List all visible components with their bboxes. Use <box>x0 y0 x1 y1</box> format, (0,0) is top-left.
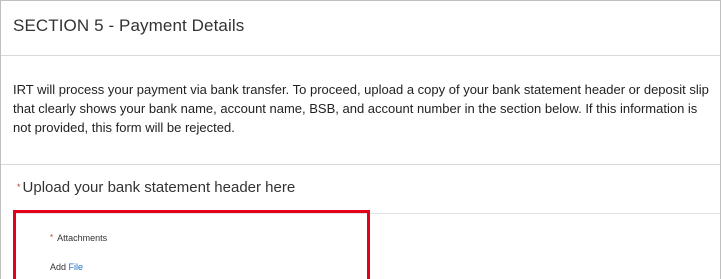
upload-label-text: Upload your bank statement header here <box>22 179 296 196</box>
section-header: SECTION 5 - Payment Details <box>1 1 720 56</box>
attachments-label: * Attachments <box>50 233 107 243</box>
add-text: Add <box>50 262 67 272</box>
attachments-label-text: Attachments <box>57 233 108 243</box>
required-indicator: * <box>50 233 54 242</box>
upload-field-label: * Upload your bank statement header here <box>17 179 295 196</box>
section-title: SECTION 5 - Payment Details <box>13 16 245 35</box>
payment-details-panel: SECTION 5 - Payment Details IRT will pro… <box>0 0 721 279</box>
add-file-link[interactable]: File <box>69 262 84 272</box>
required-indicator: * <box>17 182 21 192</box>
section-divider <box>1 164 720 165</box>
add-file-row: Add File <box>50 262 83 272</box>
payment-instructions: IRT will process your payment via bank t… <box>13 82 709 135</box>
attachments-highlight-box: * Attachments Add File <box>13 210 370 279</box>
